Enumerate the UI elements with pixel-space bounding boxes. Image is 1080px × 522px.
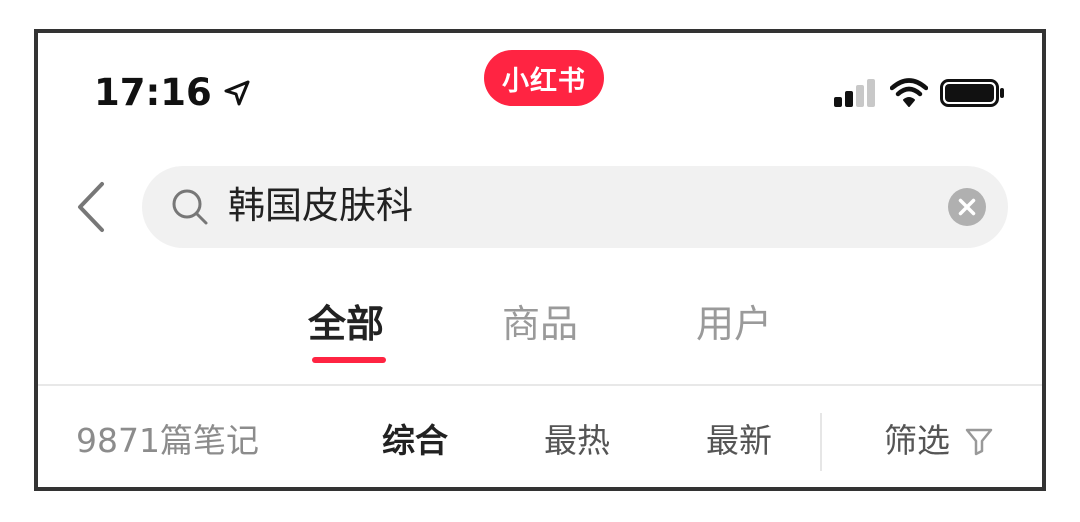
brand-badge: 小红书 [484, 50, 604, 106]
tab-users[interactable]: 用户 [696, 300, 772, 348]
time-text: 17:16 [94, 71, 212, 114]
search-query: 韩国皮肤科 [228, 184, 413, 227]
brand-text: 小红书 [502, 65, 586, 97]
tab-products[interactable]: 商品 [502, 300, 578, 348]
filter-button[interactable]: 筛选 [884, 419, 994, 463]
tab-all[interactable]: 全部 [308, 300, 384, 348]
search-icon [172, 189, 208, 225]
location-arrow-icon [224, 80, 250, 105]
signal-icon [834, 79, 875, 107]
tabs-divider [38, 384, 1042, 386]
status-icons [832, 77, 1006, 109]
filter-label: 筛选 [884, 421, 950, 460]
phone-screen: 17:16 小红书 韩国皮肤科 全部 商品 用户 9871篇笔记 综合 最热 最… [34, 29, 1046, 491]
wifi-icon [890, 78, 928, 107]
sort-bar: 9871篇笔记 综合 最热 最新 筛选 [38, 413, 1042, 471]
clear-icon[interactable] [948, 188, 986, 226]
note-count: 9871篇笔记 [76, 421, 259, 460]
battery-icon [940, 79, 1004, 107]
sort-newest[interactable]: 最新 [706, 419, 772, 463]
filter-funnel-icon [965, 428, 993, 456]
main-tabs: 全部 商品 用户 [38, 300, 1042, 370]
back-chevron-icon[interactable] [72, 180, 108, 234]
sort-separator [820, 413, 822, 471]
status-time: 17:16 [94, 71, 252, 114]
search-input[interactable]: 韩国皮肤科 [142, 166, 1008, 248]
tab-active-indicator [312, 357, 386, 363]
sort-comprehensive[interactable]: 综合 [382, 419, 448, 463]
sort-hottest[interactable]: 最热 [544, 419, 610, 463]
